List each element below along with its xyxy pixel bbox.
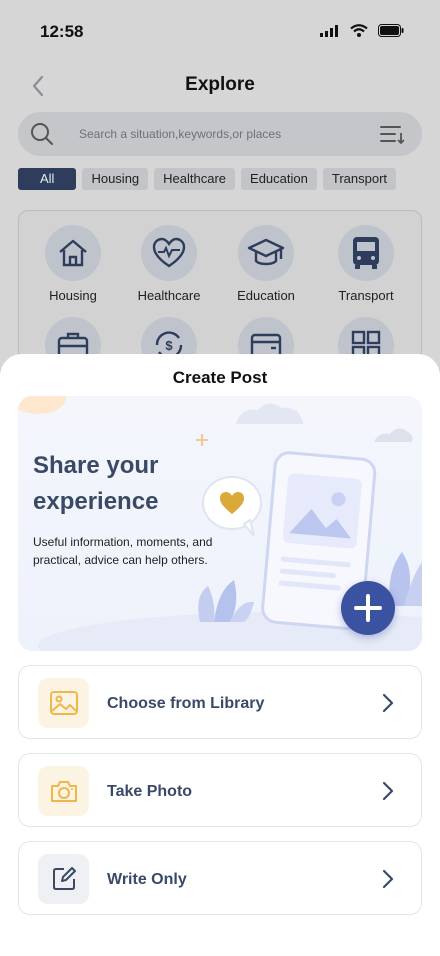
heart-pulse-icon <box>141 225 197 281</box>
hero-banner: Share your experience Useful information… <box>18 396 422 651</box>
create-post-sheet: Create Post Share your experience Useful… <box>0 354 440 956</box>
battery-icon <box>378 24 404 37</box>
house-icon <box>45 225 101 281</box>
category-education[interactable]: Education <box>216 225 316 303</box>
graduation-cap-icon <box>238 225 294 281</box>
chip-housing[interactable]: Housing <box>82 168 149 190</box>
svg-text:$: $ <box>165 338 173 353</box>
status-icons <box>320 24 404 37</box>
chip-all[interactable]: All <box>18 168 77 190</box>
hero-subtitle: Useful information, moments, and practic… <box>33 535 213 567</box>
take-photo-button[interactable]: Take Photo <box>18 753 422 827</box>
search-icon <box>31 123 53 145</box>
bus-icon <box>338 225 394 281</box>
plus-icon <box>354 594 382 622</box>
option-label: Choose from Library <box>107 695 265 712</box>
chevron-right-icon <box>382 869 394 889</box>
camera-icon <box>38 766 89 816</box>
option-label: Write Only <box>107 871 187 888</box>
sheet-title: Create Post <box>172 368 268 387</box>
status-bar: 12:58 <box>0 0 440 64</box>
wifi-icon <box>350 24 368 37</box>
category-label: Education <box>237 288 295 303</box>
filter-icon[interactable] <box>380 124 404 144</box>
edit-icon <box>38 854 89 904</box>
chip-healthcare[interactable]: Healthcare <box>154 168 236 190</box>
chip-education[interactable]: Education <box>241 168 317 190</box>
option-label: Take Photo <box>107 783 193 800</box>
nav-bar: Explore <box>0 66 440 106</box>
hero-title: Share your experience <box>33 452 159 515</box>
chevron-right-icon <box>382 781 394 801</box>
category-label: Healthcare <box>137 288 201 303</box>
filter-chips: All Housing Healthcare Education Transpo… <box>18 168 397 190</box>
write-only-button[interactable]: Write Only <box>18 841 422 915</box>
choose-from-library-button[interactable]: Choose from Library <box>18 665 422 739</box>
category-housing[interactable]: Housing <box>23 225 123 303</box>
add-post-button[interactable] <box>341 581 395 635</box>
signal-icon <box>320 24 338 37</box>
page-title: Explore <box>185 74 255 95</box>
search-bar[interactable]: Search a situation,keywords,or places <box>18 112 422 156</box>
status-time: 12:58 <box>40 22 84 41</box>
category-transport[interactable]: Transport <box>316 225 416 303</box>
search-input[interactable]: Search a situation,keywords,or places <box>79 127 281 141</box>
category-healthcare[interactable]: Healthcare <box>119 225 219 303</box>
category-label: Housing <box>49 288 97 303</box>
category-label: Transport <box>338 288 394 303</box>
chip-transport[interactable]: Transport <box>322 168 397 190</box>
image-icon <box>38 678 89 728</box>
chevron-right-icon <box>382 693 394 713</box>
